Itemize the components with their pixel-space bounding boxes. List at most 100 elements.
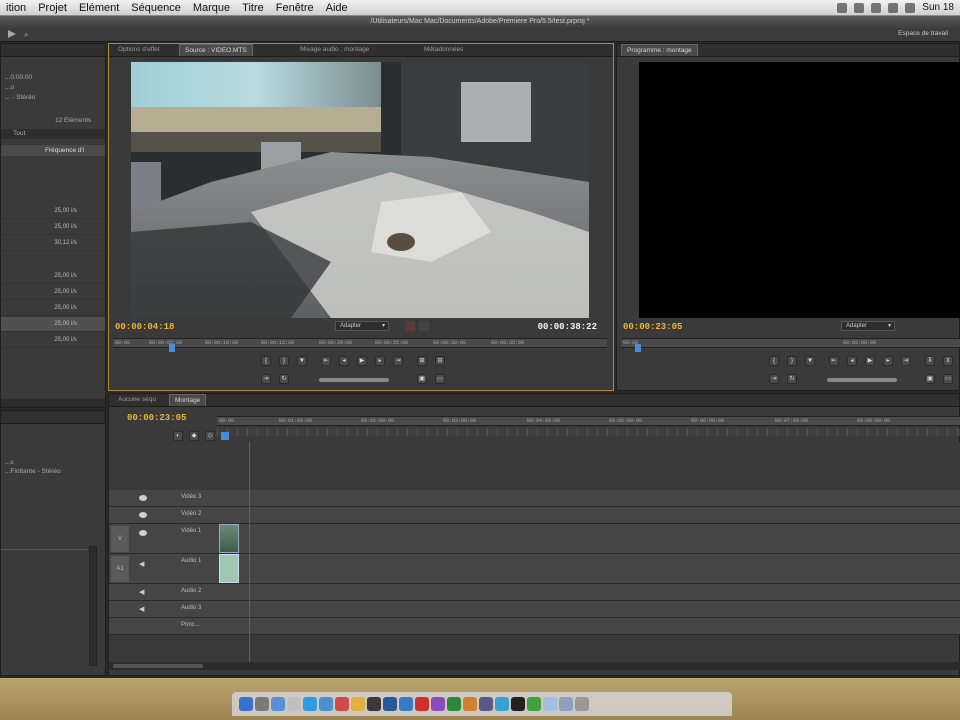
- go-to-out-icon[interactable]: ⇥: [901, 356, 911, 366]
- go-to-in-icon[interactable]: ⇤: [829, 356, 839, 366]
- play-in-out-icon[interactable]: ⇥: [769, 374, 779, 384]
- program-video-frame[interactable]: [639, 62, 960, 318]
- list-item[interactable]: 25,00 i/s: [1, 269, 105, 284]
- mark-out-icon[interactable]: }: [787, 356, 797, 366]
- lift-icon[interactable]: ⊼: [925, 356, 935, 366]
- track-audio-2[interactable]: ◀ Audio 2: [109, 584, 960, 601]
- menu-item-element[interactable]: Elément: [73, 0, 125, 16]
- tab-program[interactable]: Programme : montage: [621, 44, 698, 56]
- effects-scrollbar[interactable]: [89, 546, 97, 666]
- menu-item-titre[interactable]: Titre: [236, 0, 270, 16]
- tab-montage[interactable]: Montage: [169, 394, 207, 406]
- program-timecode[interactable]: 00:00:23:05: [623, 322, 682, 332]
- calendar-icon[interactable]: [335, 697, 349, 711]
- menu-item-aide[interactable]: Aide: [320, 0, 354, 16]
- mark-in-icon[interactable]: {: [769, 356, 779, 366]
- documents-icon[interactable]: [559, 697, 573, 711]
- wifi-icon[interactable]: [837, 2, 848, 13]
- workspace-label[interactable]: Espace de travail: [898, 30, 948, 37]
- battery-icon[interactable]: [888, 2, 899, 13]
- menu-item-fenetre[interactable]: Fenêtre: [270, 0, 320, 16]
- timeline-playhead-handle[interactable]: [221, 432, 229, 440]
- track-video-1[interactable]: V Vidéo 1: [109, 524, 960, 554]
- eye-icon[interactable]: [139, 530, 147, 536]
- step-back-icon[interactable]: ◂: [847, 356, 857, 366]
- audio-clip[interactable]: [219, 554, 239, 583]
- export-frame-icon[interactable]: ▣: [417, 374, 427, 384]
- mark-out-icon[interactable]: }: [279, 356, 289, 366]
- quicktime-icon[interactable]: [511, 697, 525, 711]
- help-icon[interactable]: [415, 697, 429, 711]
- work-area-bar[interactable]: [217, 428, 960, 436]
- zoom-slider[interactable]: [113, 664, 203, 668]
- word-icon[interactable]: [383, 697, 397, 711]
- play-icon[interactable]: ▶: [865, 356, 875, 366]
- utility-icon[interactable]: [367, 697, 381, 711]
- tab-no-sequence[interactable]: Aucune séqu: [113, 394, 161, 406]
- overwrite-icon[interactable]: ⊟: [435, 356, 445, 366]
- system-prefs-icon[interactable]: [495, 697, 509, 711]
- source-wrench-icon[interactable]: [419, 321, 429, 331]
- list-item[interactable]: 25,00 i/s: [1, 204, 105, 219]
- speaker-icon[interactable]: ◀: [139, 605, 144, 613]
- track-video-2[interactable]: Vidéo 2: [109, 507, 960, 524]
- premiere-icon[interactable]: [431, 697, 445, 711]
- menu-item-marque[interactable]: Marque: [187, 0, 236, 16]
- notes-icon[interactable]: [351, 697, 365, 711]
- track-master[interactable]: Princ...: [109, 618, 960, 635]
- speaker-icon[interactable]: ◀: [139, 560, 144, 568]
- menu-item-sequence[interactable]: Séquence: [125, 0, 187, 16]
- play-in-out-icon[interactable]: ⇥: [261, 374, 271, 384]
- source-playhead[interactable]: [169, 344, 175, 352]
- step-forward-icon[interactable]: ▸: [883, 356, 893, 366]
- source-patch-a1[interactable]: A1: [111, 556, 129, 582]
- step-back-icon[interactable]: ◂: [339, 356, 349, 366]
- tab-audio-mixer[interactable]: Mixage audio : montage: [295, 44, 374, 56]
- list-item[interactable]: 30,12 i/s: [1, 236, 105, 251]
- mark-in-icon[interactable]: {: [261, 356, 271, 366]
- bluetooth-icon[interactable]: [854, 2, 865, 13]
- jog-shuttle-slider[interactable]: [827, 378, 897, 382]
- step-forward-icon[interactable]: ▸: [375, 356, 385, 366]
- excel-icon[interactable]: [447, 697, 461, 711]
- tool-select-icon[interactable]: [8, 30, 16, 38]
- loop-icon[interactable]: ↻: [787, 374, 797, 384]
- photoshop-icon[interactable]: [399, 697, 413, 711]
- marker-icon[interactable]: ◆: [189, 431, 199, 441]
- video-clip[interactable]: [219, 524, 239, 553]
- timeline-time-ruler[interactable]: 00:00 00:01:00:00 00:02:00:00 00:03:00:0…: [217, 416, 960, 426]
- speaker-icon[interactable]: ◀: [139, 588, 144, 596]
- safe-margins-icon[interactable]: ▭: [435, 374, 445, 384]
- app-store-icon[interactable]: [271, 697, 285, 711]
- tab-source[interactable]: Source : VIDEO.MTS: [179, 44, 253, 56]
- eye-icon[interactable]: [139, 495, 147, 501]
- export-frame-icon[interactable]: ▣: [925, 374, 935, 384]
- snap-icon[interactable]: ◐: [173, 431, 183, 441]
- safari-icon[interactable]: [319, 697, 333, 711]
- add-marker-icon[interactable]: ▼: [805, 356, 815, 366]
- program-playhead[interactable]: [635, 344, 641, 352]
- go-to-out-icon[interactable]: ⇥: [393, 356, 403, 366]
- track-audio-3[interactable]: ◀ Audio 3: [109, 601, 960, 618]
- menu-item-edition[interactable]: ition: [0, 0, 32, 16]
- jog-shuttle-slider[interactable]: [319, 378, 389, 382]
- tool-search-icon[interactable]: ⌕: [24, 30, 28, 40]
- extract-icon[interactable]: ⊻: [943, 356, 953, 366]
- insert-icon[interactable]: ⊞: [417, 356, 427, 366]
- column-header-framerate[interactable]: Fréquence d'i: [45, 147, 84, 154]
- preview-icon[interactable]: [479, 697, 493, 711]
- menu-item-projet[interactable]: Projet: [32, 0, 73, 16]
- list-item[interactable]: 25,00 i/s: [1, 220, 105, 235]
- skype-icon[interactable]: [303, 697, 317, 711]
- program-time-ruler[interactable]: 00:00 00:05:00:00: [621, 338, 960, 352]
- track-video-3[interactable]: Vidéo 3: [109, 490, 960, 507]
- go-to-in-icon[interactable]: ⇤: [321, 356, 331, 366]
- list-item[interactable]: 25,00 i/s: [1, 301, 105, 316]
- volume-icon[interactable]: [871, 2, 882, 13]
- source-video-frame[interactable]: [131, 62, 589, 318]
- downloads-icon[interactable]: [543, 697, 557, 711]
- loop-icon[interactable]: ↻: [279, 374, 289, 384]
- list-item[interactable]: 25,00 i/s: [1, 333, 105, 348]
- track-audio-1[interactable]: A1 ◀ Audio 1: [109, 554, 960, 584]
- play-icon[interactable]: ▶: [357, 356, 367, 366]
